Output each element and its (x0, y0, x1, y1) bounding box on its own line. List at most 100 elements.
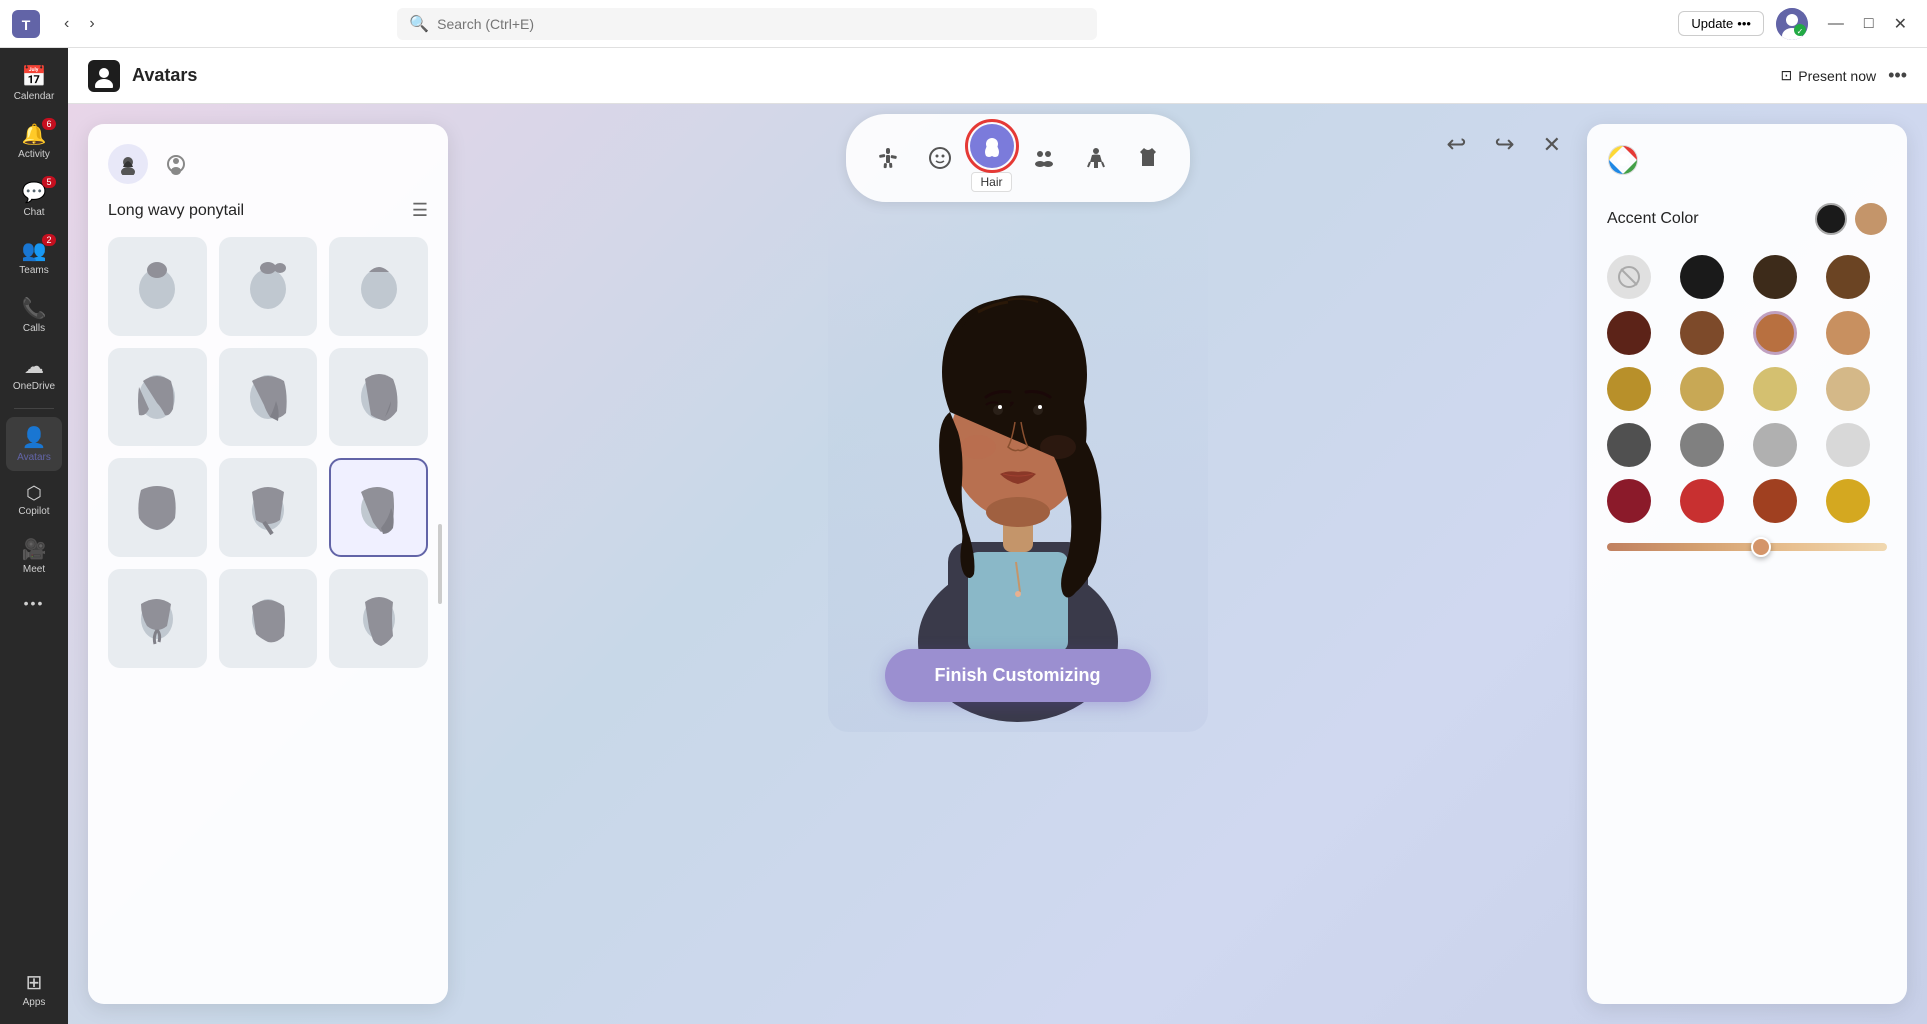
customization-toolbar: Hair (846, 114, 1190, 202)
hair-item[interactable] (329, 569, 428, 668)
color-dark-brown[interactable] (1753, 255, 1797, 299)
search-input[interactable] (437, 16, 1085, 32)
avatar-editor: Long wavy ponytail ☰ (68, 104, 1927, 1024)
back-button[interactable]: ‹ (56, 11, 77, 37)
scrollbar[interactable] (438, 524, 442, 604)
hair-grid (108, 237, 428, 668)
forward-button[interactable]: › (81, 11, 102, 37)
maximize-button[interactable]: □ (1856, 10, 1882, 38)
header-more-button[interactable]: ••• (1888, 65, 1907, 86)
color-light-golden[interactable] (1753, 367, 1797, 411)
hair-item[interactable] (329, 348, 428, 447)
minimize-button[interactable]: — (1820, 10, 1852, 38)
sidebar-item-calls[interactable]: 📞 Calls (6, 288, 62, 342)
search-icon: 🔍 (409, 14, 429, 34)
sidebar-item-chat[interactable]: 💬 5 Chat (6, 172, 62, 226)
color-golden[interactable] (1826, 479, 1870, 523)
window-controls: — □ ✕ (1820, 10, 1915, 38)
copilot-icon: ⬡ (26, 483, 42, 504)
hair-item[interactable] (219, 348, 318, 447)
accent-color-section: Accent Color (1607, 203, 1887, 235)
sidebar-item-avatars[interactable]: 👤 Avatars (6, 417, 62, 471)
color-golden-tan[interactable] (1607, 367, 1651, 411)
accent-swatch-brown[interactable] (1855, 203, 1887, 235)
sidebar-item-calendar[interactable]: 📅 Calendar (6, 56, 62, 110)
color-light-tan[interactable] (1826, 367, 1870, 411)
group-button[interactable] (1022, 136, 1066, 180)
hair-button[interactable] (970, 124, 1014, 168)
accessory-tab-button[interactable] (156, 144, 196, 184)
hair-item[interactable] (108, 348, 207, 447)
sidebar-item-meet[interactable]: 🎥 Meet (6, 529, 62, 583)
face-button[interactable] (918, 136, 962, 180)
hair-item[interactable] (108, 237, 207, 336)
finish-customizing-button[interactable]: Finish Customizing (885, 649, 1151, 702)
avatar-display: Finish Customizing (828, 212, 1208, 732)
panel-header: Long wavy ponytail ☰ (108, 200, 428, 221)
accent-swatches (1815, 203, 1887, 235)
titlebar: T ‹ › 🔍 Update ••• ✓ — □ ✕ (0, 0, 1927, 48)
color-panel-header (1607, 144, 1887, 183)
user-avatar[interactable]: ✓ (1776, 8, 1808, 40)
color-warm-brown-selected[interactable] (1753, 311, 1797, 355)
hair-item[interactable] (219, 237, 318, 336)
color-auburn[interactable] (1753, 479, 1797, 523)
color-slider[interactable] (1607, 543, 1887, 551)
color-medium-brown[interactable] (1826, 255, 1870, 299)
hair-tab-button[interactable] (108, 144, 148, 184)
sidebar: 📅 Calendar 🔔 6 Activity 💬 5 Chat 👥 2 Tea… (0, 48, 68, 1024)
color-slider-section (1607, 543, 1887, 567)
chat-badge: 5 (42, 176, 56, 188)
avatars-icon: 👤 (22, 425, 47, 450)
hair-item[interactable] (219, 569, 318, 668)
color-dark-red-brown[interactable] (1607, 311, 1651, 355)
body-button[interactable] (1074, 136, 1118, 180)
hair-label: Hair (971, 172, 1011, 192)
sidebar-item-onedrive[interactable]: ☁ OneDrive (6, 346, 62, 400)
color-warm-tan[interactable] (1680, 367, 1724, 411)
hair-item[interactable] (108, 569, 207, 668)
main-layout: 📅 Calendar 🔔 6 Activity 💬 5 Chat 👥 2 Tea… (0, 48, 1927, 1024)
color-wheel-icon (1607, 144, 1639, 183)
present-now-button[interactable]: ⊡ Present now (1781, 67, 1877, 84)
sidebar-item-teams[interactable]: 👥 2 Teams (6, 230, 62, 284)
editor-close-button[interactable]: ✕ (1537, 124, 1567, 165)
color-dark-red[interactable] (1607, 479, 1651, 523)
update-button[interactable]: Update ••• (1678, 11, 1764, 36)
hair-item[interactable] (329, 237, 428, 336)
redo-button[interactable]: ↪ (1488, 124, 1520, 165)
sidebar-item-copilot[interactable]: ⬡ Copilot (6, 475, 62, 525)
color-tan[interactable] (1826, 311, 1870, 355)
accent-swatch-dark[interactable] (1815, 203, 1847, 235)
content-area: Avatars ⊡ Present now ••• (68, 48, 1927, 1024)
color-near-white[interactable] (1826, 423, 1870, 467)
outfit-button[interactable] (1126, 136, 1170, 180)
color-dark-grey[interactable] (1607, 423, 1651, 467)
color-light-grey[interactable] (1753, 423, 1797, 467)
color-none[interactable] (1607, 255, 1651, 299)
pose-button[interactable] (866, 136, 910, 180)
hair-item[interactable] (219, 458, 318, 557)
titlebar-right: Update ••• ✓ — □ ✕ (1678, 8, 1915, 40)
meet-icon: 🎥 (22, 537, 47, 562)
sidebar-item-more[interactable]: ••• (6, 587, 62, 619)
color-brown[interactable] (1680, 311, 1724, 355)
undo-button[interactable]: ↩ (1440, 124, 1472, 165)
page-title: Avatars (132, 65, 197, 86)
color-red[interactable] (1680, 479, 1724, 523)
search-bar: 🔍 (397, 8, 1097, 40)
filter-button[interactable]: ☰ (412, 200, 428, 221)
color-black[interactable] (1680, 255, 1724, 299)
sidebar-item-activity[interactable]: 🔔 6 Activity (6, 114, 62, 168)
color-medium-grey[interactable] (1680, 423, 1724, 467)
svg-text:✓: ✓ (1797, 27, 1804, 36)
close-button[interactable]: ✕ (1886, 10, 1915, 38)
sidebar-divider (14, 408, 54, 409)
avatars-app-icon (88, 60, 120, 92)
sidebar-item-apps[interactable]: ⊞ Apps (6, 962, 62, 1016)
slider-thumb[interactable] (1751, 537, 1771, 557)
hair-item[interactable] (108, 458, 207, 557)
hair-item-selected[interactable] (329, 458, 428, 557)
calendar-icon: 📅 (22, 64, 47, 89)
apps-icon: ⊞ (26, 970, 43, 995)
